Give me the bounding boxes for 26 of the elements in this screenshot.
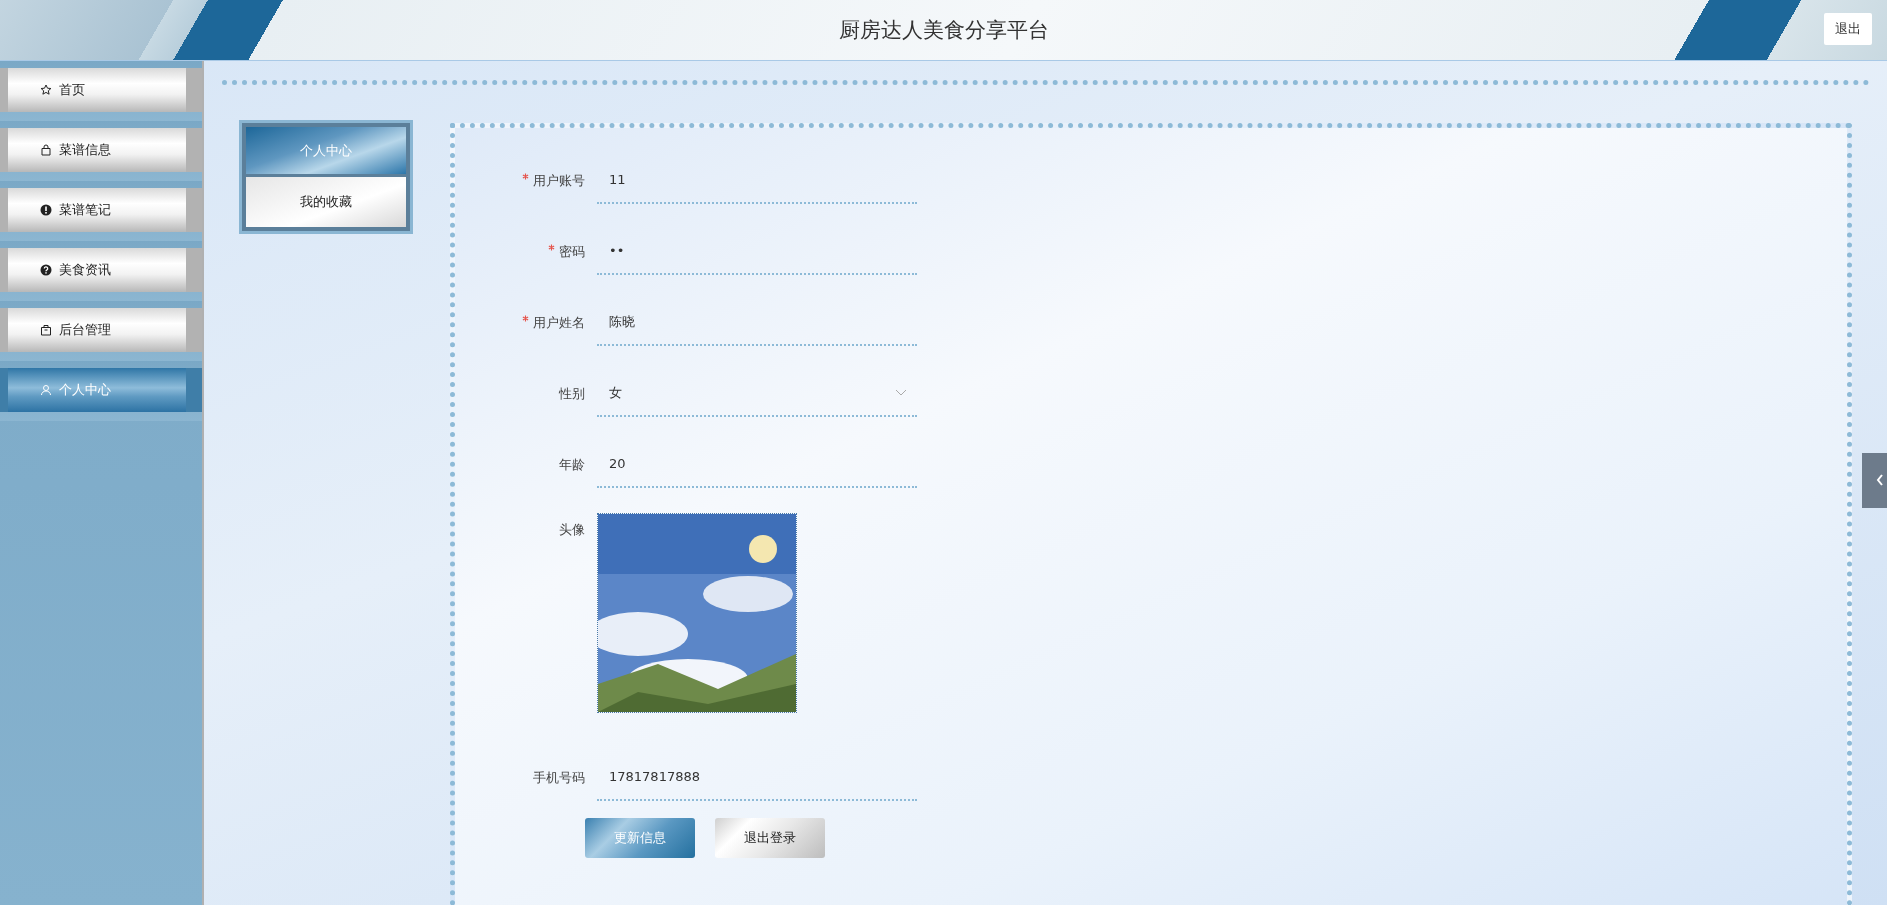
input-field[interactable]: 11 <box>597 158 917 204</box>
field-label: 年龄 <box>559 457 585 472</box>
field-label: 用户姓名 <box>533 315 585 330</box>
site-title: 厨房达人美食分享平台 <box>838 17 1049 44</box>
help-icon <box>40 264 52 276</box>
input-field[interactable]: •• <box>597 229 917 275</box>
field-label: 密码 <box>559 244 585 259</box>
bag-icon <box>40 144 52 156</box>
field-label: 手机号码 <box>533 770 585 785</box>
field-label: 用户账号 <box>533 173 585 188</box>
logout-button[interactable]: 退出 <box>1824 13 1872 45</box>
field-label: 性别 <box>559 386 585 401</box>
select-field[interactable]: 女 <box>597 371 917 417</box>
field-label: 头像 <box>559 522 585 537</box>
side-handle[interactable] <box>1862 453 1887 508</box>
user-icon <box>40 384 52 396</box>
chevron-down-icon <box>895 389 907 397</box>
star-icon <box>40 84 52 96</box>
input-field[interactable]: 17817817888 <box>597 755 917 801</box>
submenu-item[interactable]: 我的收藏 <box>246 177 406 227</box>
input-field[interactable]: 陈晓 <box>597 300 917 346</box>
chevron-left-icon <box>1876 474 1884 486</box>
input-field[interactable]: 20 <box>597 442 917 488</box>
logout-button[interactable]: 退出登录 <box>715 818 825 858</box>
alert-icon <box>40 204 52 216</box>
box-icon <box>40 324 52 336</box>
